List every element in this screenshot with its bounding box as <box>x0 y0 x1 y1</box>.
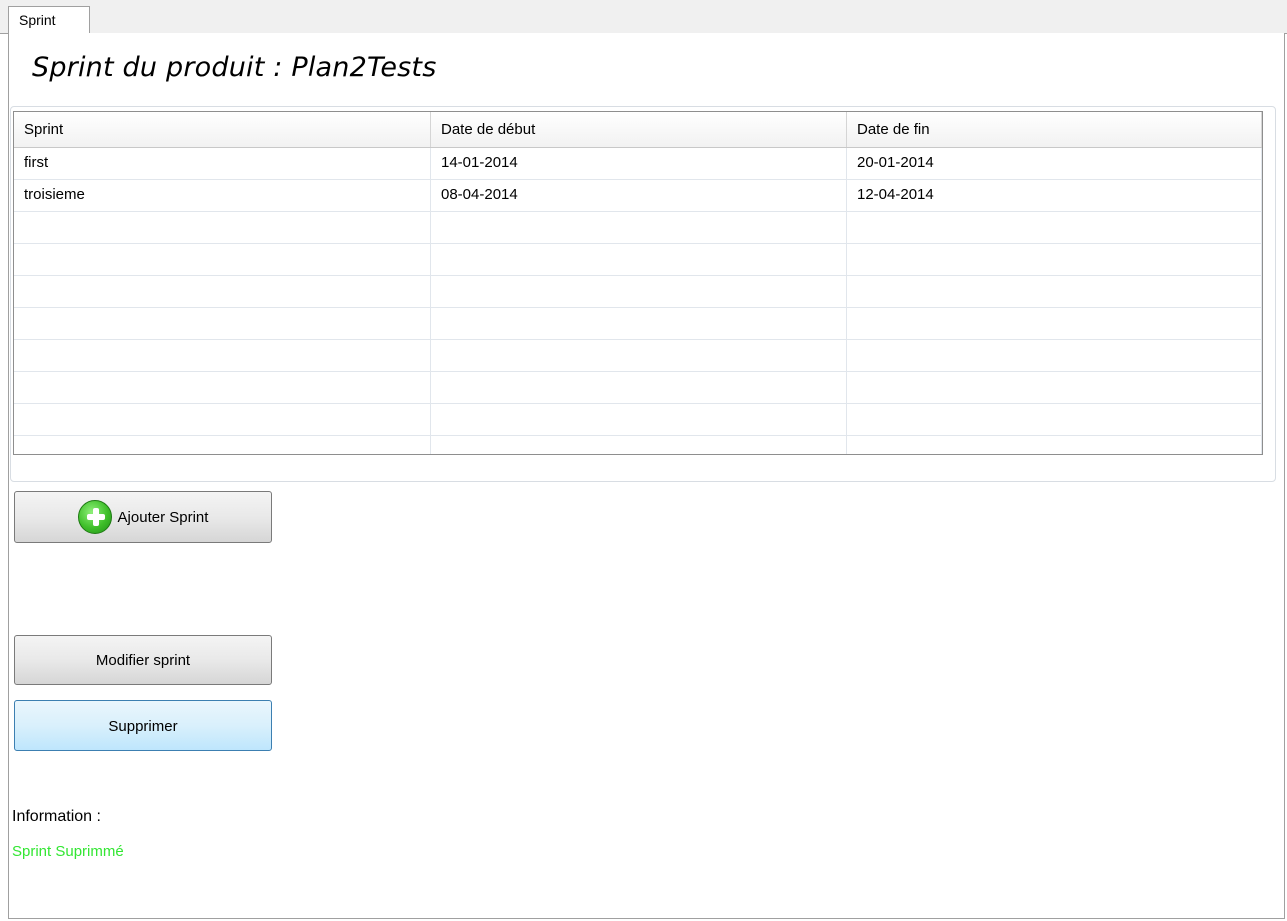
empty-row <box>14 404 1262 436</box>
empty-row <box>14 244 1262 276</box>
table-header: Sprint Date de début Date de fin <box>14 112 1262 148</box>
table-cell: 12-04-2014 <box>847 180 1262 211</box>
empty-row <box>14 276 1262 308</box>
table-cell: 20-01-2014 <box>847 148 1262 179</box>
tab-strip: Sprint <box>0 0 1287 34</box>
delete-sprint-button[interactable]: Supprimer <box>14 700 272 751</box>
information-label: Information : <box>12 808 101 825</box>
empty-row <box>14 212 1262 244</box>
table-cell: 14-01-2014 <box>431 148 847 179</box>
table-cell: troisieme <box>14 180 431 211</box>
table-row[interactable]: first 14-01-2014 20-01-2014 <box>14 148 1262 180</box>
information-message: Sprint Suprimmé <box>12 843 124 860</box>
column-header-start-date[interactable]: Date de début <box>431 112 847 147</box>
sprint-table[interactable]: Sprint Date de début Date de fin first 1… <box>13 111 1263 455</box>
plus-circle-icon <box>77 500 112 534</box>
empty-row <box>14 308 1262 340</box>
tab-sprint-label: Sprint <box>19 12 56 28</box>
table-cell: 08-04-2014 <box>431 180 847 211</box>
table-row[interactable]: troisieme 08-04-2014 12-04-2014 <box>14 180 1262 212</box>
page-title: Sprint du produit : Plan2Tests <box>32 52 437 83</box>
add-sprint-label: Ajouter Sprint <box>117 508 209 526</box>
column-header-end-date[interactable]: Date de fin <box>847 112 1262 147</box>
empty-row <box>14 436 1262 454</box>
add-sprint-button[interactable]: Ajouter Sprint <box>14 491 272 543</box>
empty-row <box>14 372 1262 404</box>
tab-sprint[interactable]: Sprint <box>8 6 90 34</box>
column-header-sprint[interactable]: Sprint <box>14 112 431 147</box>
table-cell: first <box>14 148 431 179</box>
empty-row <box>14 340 1262 372</box>
modify-sprint-button[interactable]: Modifier sprint <box>14 635 272 685</box>
